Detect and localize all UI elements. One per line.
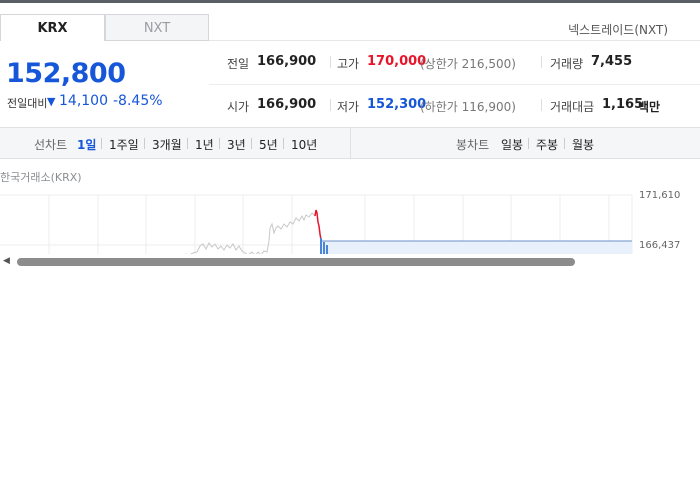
current-price: 152,800 xyxy=(6,58,126,89)
exchange-label: 한국거래소(KRX) xyxy=(0,171,82,184)
prev-close-label: 전일 xyxy=(227,57,250,71)
stat-separator xyxy=(541,56,542,68)
tab-nxt[interactable]: NXT xyxy=(105,14,209,41)
period-separator xyxy=(564,138,565,149)
stat-separator xyxy=(330,56,331,68)
scrollbar-thumb[interactable] xyxy=(17,258,575,266)
period-separator xyxy=(101,138,102,149)
change-label: 전일대비 xyxy=(7,97,48,110)
tab-krx[interactable]: KRX xyxy=(0,14,105,41)
intraday-chart: 171,610 166,437 xyxy=(0,186,700,258)
nxt-link[interactable]: 넥스트레이드(NXT) xyxy=(568,21,668,38)
period-separator xyxy=(283,138,284,149)
high-value: 170,000 xyxy=(367,54,427,69)
y-tick-label: 166,437 xyxy=(639,240,681,251)
amount-label: 거래대금 xyxy=(550,100,595,114)
period-bar: 선차트 1일 1주일 3개월 1년 3년 5년 10년 봉차트 일봉 주봉 월봉 xyxy=(0,127,700,159)
period-1d-button[interactable]: 1일 xyxy=(77,136,96,153)
low-label: 저가 xyxy=(337,100,360,114)
change-amount: 14,100 xyxy=(59,93,108,109)
period-1y-button[interactable]: 1년 xyxy=(195,136,214,153)
amount-value: 1,165 xyxy=(602,97,644,112)
chevron-left-icon[interactable]: ◀ xyxy=(3,256,10,266)
prev-close-value: 166,900 xyxy=(257,54,317,69)
stat-separator xyxy=(541,99,542,111)
period-3y-button[interactable]: 3년 xyxy=(227,136,246,153)
period-separator xyxy=(251,138,252,149)
period-separator xyxy=(144,138,145,149)
price-line-down-move xyxy=(314,209,322,241)
open-label: 시가 xyxy=(227,100,250,114)
amount-unit: 백만 xyxy=(638,100,661,114)
volume-value: 7,455 xyxy=(591,54,633,69)
candle-weekly-button[interactable]: 주봉 xyxy=(536,136,558,153)
period-1w-button[interactable]: 1주일 xyxy=(109,136,139,153)
candle-daily-button[interactable]: 일봉 xyxy=(501,136,523,153)
period-separator xyxy=(528,138,529,149)
stats-divider xyxy=(209,84,700,85)
chart-svg xyxy=(0,194,633,258)
period-5y-button[interactable]: 5년 xyxy=(259,136,278,153)
change-percent: -8.45% xyxy=(113,93,163,109)
period-3m-button[interactable]: 3개월 xyxy=(152,136,182,153)
tabs-baseline xyxy=(209,40,700,41)
candle-monthly-button[interactable]: 월봉 xyxy=(572,136,594,153)
high-label: 고가 xyxy=(337,57,360,71)
low-value: 152,300 xyxy=(367,97,427,112)
line-chart-label: 선차트 xyxy=(34,138,68,152)
upper-limit: (상한가 216,500) xyxy=(420,57,516,71)
lower-limit: (하한가 116,900) xyxy=(420,100,516,114)
period-bar-split xyxy=(350,128,351,158)
y-tick-label: 171,610 xyxy=(639,190,681,201)
open-value: 166,900 xyxy=(257,97,317,112)
period-separator xyxy=(187,138,188,149)
price-line-history xyxy=(182,212,316,257)
period-10y-button[interactable]: 10년 xyxy=(291,136,317,153)
top-border xyxy=(0,0,700,3)
triangle-down-icon: ▼ xyxy=(47,95,56,108)
candle-chart-label: 봉차트 xyxy=(456,138,490,152)
period-separator xyxy=(219,138,220,149)
volume-label: 거래량 xyxy=(550,57,584,71)
stat-separator xyxy=(330,99,331,111)
